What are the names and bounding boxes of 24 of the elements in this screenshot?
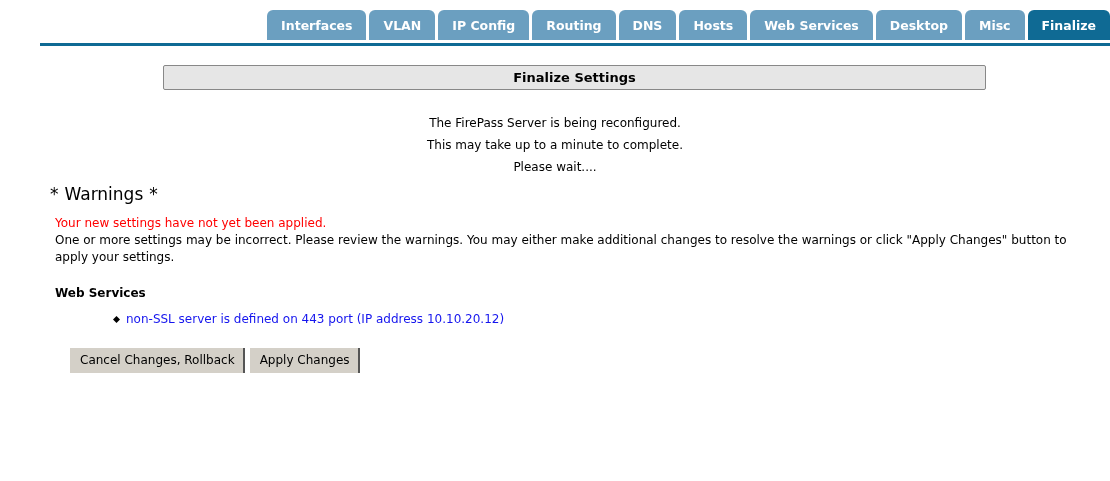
warning-alert-text: Your new settings have not yet been applied.	[55, 216, 328, 230]
tab[interactable]: Web Services	[750, 10, 873, 40]
status-text: The FirePass Server is being reconfigured.	[429, 115, 681, 132]
tab[interactable]: VLAN	[369, 10, 436, 40]
warnings-heading: Warnings	[64, 184, 144, 204]
tab[interactable]: Desktop	[875, 10, 962, 40]
bullet-icon	[113, 315, 120, 323]
action-button[interactable]: Apply Changes	[249, 348, 360, 373]
group-title: Web Services	[55, 286, 146, 300]
asterisk-text: *	[149, 184, 158, 204]
tab[interactable]: Routing	[532, 10, 616, 40]
section-title: Finalize Settings	[163, 65, 986, 90]
tab[interactable]: DNS	[618, 10, 677, 40]
warning-link[interactable]: non-SSL server is defined on 443 port (IP address 10.10.20.12)	[126, 312, 505, 326]
tab[interactable]: Finalize	[1027, 10, 1110, 40]
tab[interactable]: Interfaces	[267, 10, 367, 40]
action-button[interactable]: Cancel Changes, Rollback	[70, 348, 245, 373]
status-text: This may take up to a minute to complete.	[427, 137, 683, 154]
warning-message: One or more settings may be incorrect. Please review the warnings. You may either make additional changes to resolve the warnings or click "Apply Changes" button to apply your settings.	[55, 232, 1068, 266]
asterisk-text: *	[50, 184, 59, 204]
tab[interactable]: Misc	[964, 10, 1025, 40]
tab[interactable]: IP Config	[438, 10, 530, 40]
status-text: Please wait....	[513, 159, 597, 176]
tab[interactable]: Hosts	[679, 10, 748, 40]
